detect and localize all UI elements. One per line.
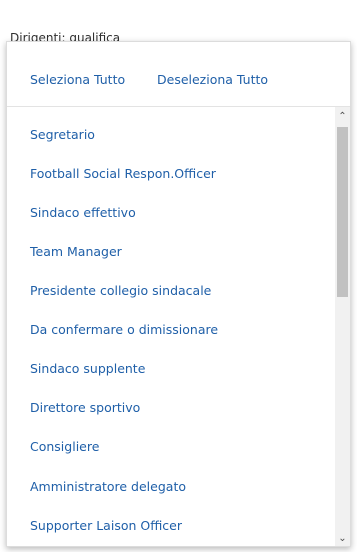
- list-item[interactable]: Team Manager: [30, 244, 122, 259]
- list-item[interactable]: Football Social Respon.Officer: [30, 166, 216, 181]
- list-item[interactable]: Presidente collegio sindacale: [30, 283, 211, 298]
- filter-header: Dirigenti: qualifica: [0, 0, 357, 44]
- list-item[interactable]: Direttore sportivo: [30, 400, 140, 415]
- list-item[interactable]: Sindaco effettivo: [30, 205, 136, 220]
- selection-actions: Seleziona Tutto Deseleziona Tutto: [7, 42, 350, 107]
- list-item[interactable]: Amministratore delegato: [30, 479, 186, 494]
- list-item[interactable]: Da confermare o dimissionare: [30, 322, 218, 337]
- chevron-up-icon[interactable]: ⌃: [335, 109, 350, 125]
- dropdown-panel: Seleziona Tutto Deseleziona Tutto Segret…: [6, 41, 351, 547]
- list-item[interactable]: Sindaco supplente: [30, 361, 145, 376]
- options-list: Segretario Football Social Respon.Office…: [7, 107, 335, 546]
- select-all-link[interactable]: Seleziona Tutto: [30, 72, 125, 87]
- scroll-thumb[interactable]: [337, 127, 348, 297]
- list-item[interactable]: Segretario: [30, 127, 95, 142]
- dropdown-frame: Dirigenti: qualifica Seleziona Tutto Des…: [0, 0, 357, 552]
- list-item[interactable]: Supporter Laison Officer: [30, 518, 182, 533]
- deselect-all-link[interactable]: Deseleziona Tutto: [157, 72, 268, 87]
- vertical-scrollbar[interactable]: ⌃ ⌄: [335, 107, 350, 546]
- list-item[interactable]: Consigliere: [30, 439, 99, 454]
- chevron-down-icon[interactable]: ⌄: [335, 531, 350, 546]
